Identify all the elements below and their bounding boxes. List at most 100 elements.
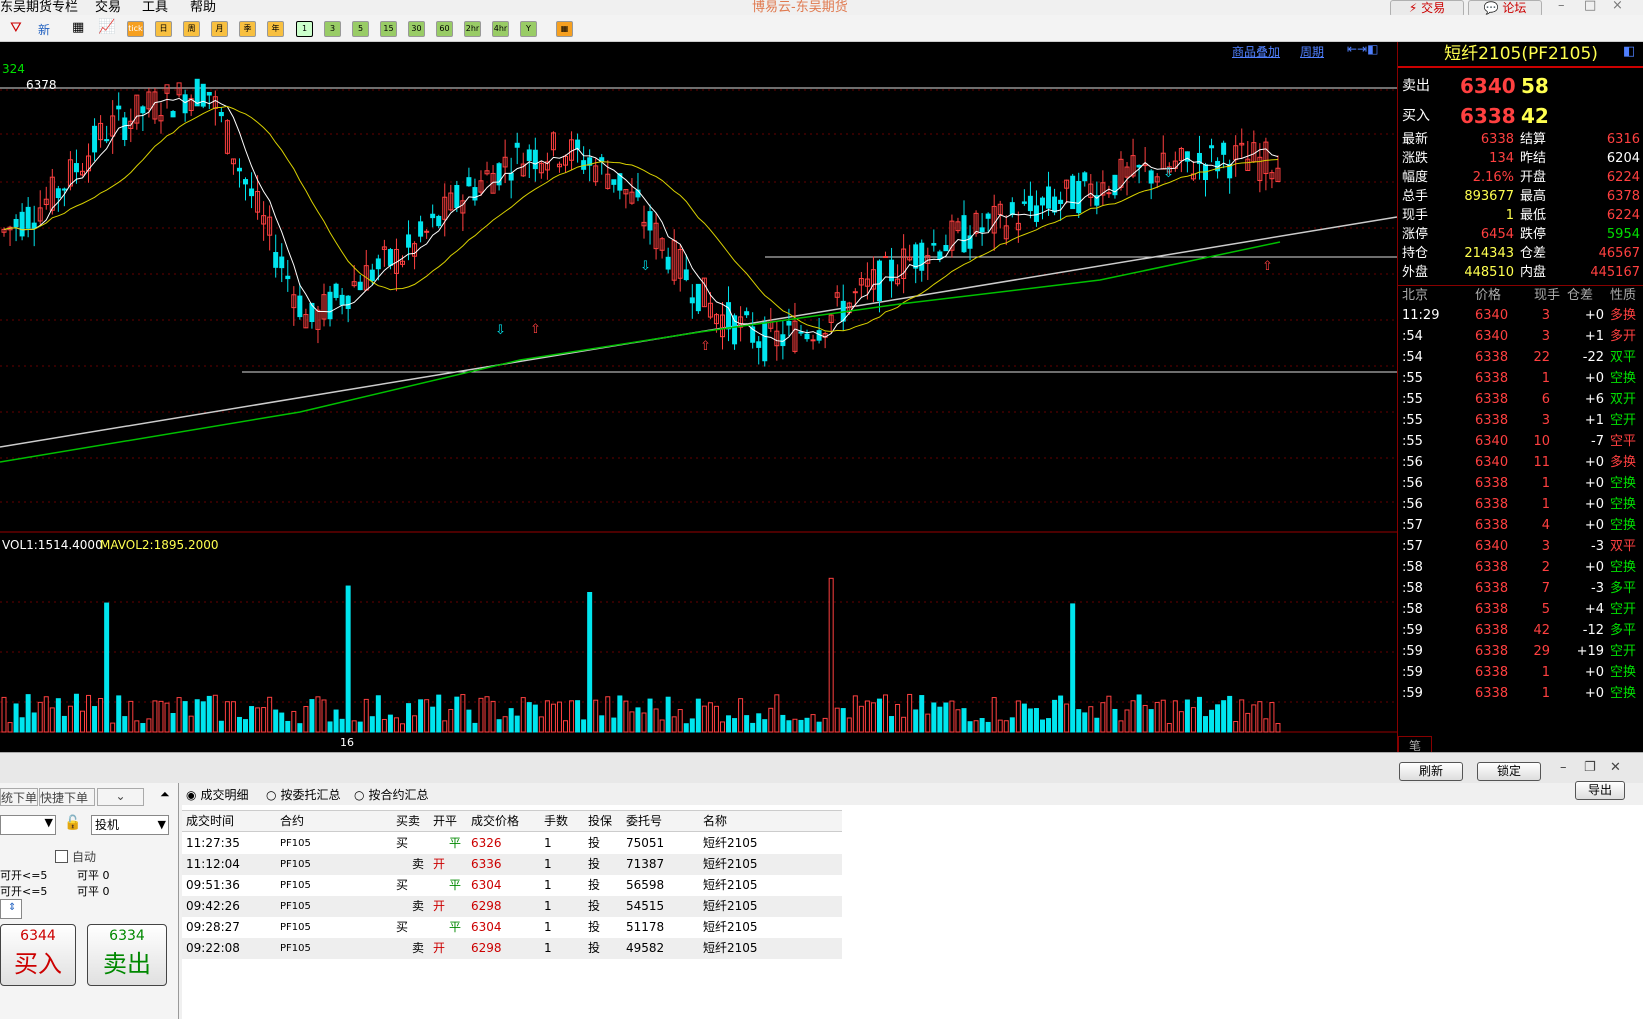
add-product-link[interactable]: 商品叠加 <box>1232 43 1280 60</box>
tick-button[interactable]: tick <box>127 21 144 37</box>
auto-checkbox[interactable] <box>55 850 68 863</box>
new-button[interactable]: 新 <box>38 21 50 38</box>
qty-stepper[interactable]: ⇕ <box>0 899 22 919</box>
tick-time: :59 <box>1402 644 1423 659</box>
menu-tools[interactable]: 工具 <box>142 0 168 15</box>
period-link[interactable]: 周期 <box>1300 43 1324 60</box>
volume-bar <box>418 699 424 733</box>
stat-value: 214343 <box>1464 246 1514 261</box>
table-cell: 投 <box>588 899 601 913</box>
tick-qty: 7 <box>1541 581 1550 596</box>
tick-row: :55 6338 3 +1 空开 <box>1398 411 1643 430</box>
menu-help[interactable]: 帮助 <box>190 0 216 15</box>
table-row[interactable]: 09:51:36 PF105 买 平 6304 1 投 56598 短纤2105 <box>182 875 842 896</box>
period-30min-button[interactable]: 30 <box>408 21 425 37</box>
col-header[interactable]: 委托号 <box>626 811 662 831</box>
contract-select[interactable]: ▼ <box>0 815 56 835</box>
chart-nav-icons[interactable]: ⇤⇥◧ <box>1347 42 1378 56</box>
menu-trade[interactable]: 交易 <box>95 0 121 15</box>
stat-value: 1 <box>1505 208 1514 223</box>
maximize-icon[interactable]: □ <box>1584 0 1596 12</box>
hedge-select[interactable]: 投机 ▼ <box>91 815 169 835</box>
minimize-icon[interactable]: – <box>1558 0 1565 12</box>
table-row[interactable]: 09:22:08 PF105 卖开 6298 1 投 49582 短纤2105 <box>182 938 842 959</box>
month-button[interactable]: 月 <box>211 21 228 37</box>
table-row[interactable]: 09:42:26 PF105 卖开 6298 1 投 54515 短纤2105 <box>182 896 842 917</box>
menu-dongwu[interactable]: 东吴期货专栏 <box>0 0 78 15</box>
stat-label: 外盘 <box>1402 265 1429 280</box>
collapse-icon[interactable]: ⏶ <box>160 787 170 802</box>
table-row[interactable]: 11:12:04 PF105 卖开 6336 1 投 71387 短纤2105 <box>182 854 842 875</box>
col-header[interactable]: 成交时间 <box>186 811 234 831</box>
period-custom-button[interactable]: Y <box>520 21 537 37</box>
tab-normal-order[interactable]: 统下单 <box>0 788 38 806</box>
volume-bar <box>255 707 261 733</box>
close-icon[interactable]: × <box>1612 0 1623 12</box>
table-row[interactable]: 09:28:27 PF105 买 平 6304 1 投 51178 短纤2105 <box>182 917 842 938</box>
filter-icon[interactable]: ⛛ <box>10 20 22 36</box>
col-header[interactable]: 名称 <box>703 811 727 831</box>
period-5min-button[interactable]: 5 <box>352 21 369 37</box>
refresh-button[interactable]: 刷新 <box>1399 762 1463 781</box>
close-panel-icon[interactable]: ✕ <box>1610 760 1621 775</box>
volume-bar <box>1009 717 1015 733</box>
tab-more-icon[interactable]: ⌄ <box>97 788 144 806</box>
col-header[interactable]: 开平 <box>433 811 457 831</box>
hedge-select-value: 投机 <box>95 818 120 832</box>
candle <box>19 211 25 237</box>
candle <box>1039 197 1045 206</box>
period-1min-button[interactable]: 1 <box>296 21 313 37</box>
kline-icon[interactable]: 📈 <box>98 19 115 35</box>
week-button[interactable]: 周 <box>183 21 200 37</box>
candle <box>1021 201 1027 204</box>
lock-icon[interactable]: 🔓 <box>64 815 81 831</box>
volume-bar <box>532 704 538 733</box>
period-4hr-button[interactable]: 4hr <box>492 21 509 37</box>
stat-value: 6204 <box>1606 151 1640 166</box>
col-header[interactable]: 成交价格 <box>471 811 519 831</box>
tick-nature: 空换 <box>1610 497 1637 512</box>
table-row[interactable]: 11:27:35 PF105 买 平 6326 1 投 75051 短纤2105 <box>182 833 842 854</box>
col-header[interactable]: 买卖 <box>396 811 420 831</box>
table-cell: 09:42:26 <box>186 899 240 913</box>
tick-price: 6338 <box>1475 392 1509 407</box>
volume-bar <box>424 699 430 733</box>
col-header[interactable]: 合约 <box>280 811 304 831</box>
lock-button[interactable]: 锁定 <box>1477 762 1541 781</box>
period-60min-button[interactable]: 60 <box>436 21 453 37</box>
radio-1[interactable]: ○ 按委托汇总 <box>266 786 341 803</box>
tick-row: :59 6338 29 +19 空开 <box>1398 642 1643 661</box>
candle <box>532 149 538 170</box>
calendar-icon[interactable]: ▦ <box>556 21 573 37</box>
volume-bar <box>1166 723 1172 733</box>
tick-diff: +0 <box>1584 686 1604 701</box>
kline-chart[interactable]: ⇩ ⇧ ⇩ ⇧ ⇩ ⇧ 324 6378 商品叠加 周期 ⇤⇥◧ VOL1:1514.40… <box>0 42 1397 752</box>
buy-label: 买入 <box>1402 108 1430 124</box>
table-icon[interactable]: ▦ <box>72 20 84 35</box>
volume-bar <box>128 700 134 733</box>
col-header[interactable]: 手数 <box>544 811 568 831</box>
panel-toggle-icon[interactable]: ◧ <box>1623 44 1635 59</box>
stat-value: 46567 <box>1598 246 1640 261</box>
day-button[interactable]: 日 <box>155 21 172 37</box>
tick-time: :55 <box>1402 392 1423 407</box>
export-button[interactable]: 导出 <box>1575 781 1625 800</box>
radio-2[interactable]: ○ 按合约汇总 <box>354 786 429 803</box>
ticks-header-price: 价格 <box>1475 288 1502 303</box>
buy-button[interactable]: 6344 买入 <box>0 924 76 986</box>
period-15min-button[interactable]: 15 <box>380 21 397 37</box>
quarter-button[interactable]: 季 <box>239 21 256 37</box>
tab-quick-order[interactable]: 快捷下单 <box>39 788 95 806</box>
tick-diff: +4 <box>1584 602 1604 617</box>
year-button[interactable]: 年 <box>267 21 284 37</box>
minimize-panel-icon[interactable]: – <box>1560 760 1567 775</box>
radio-0[interactable]: ◉ 成交明细 <box>186 786 249 803</box>
chat-icon: 💬 <box>1483 1 1499 15</box>
sell-button[interactable]: 6334 卖出 <box>87 924 167 986</box>
col-header[interactable]: 投保 <box>588 811 612 831</box>
stat-value: 893677 <box>1464 189 1514 204</box>
period-2hr-button[interactable]: 2hr <box>464 21 481 37</box>
quote-stat-row: 总手 893677 最高 6378 <box>1398 187 1643 206</box>
period-3min-button[interactable]: 3 <box>324 21 341 37</box>
restore-panel-icon[interactable]: ❐ <box>1584 760 1596 775</box>
